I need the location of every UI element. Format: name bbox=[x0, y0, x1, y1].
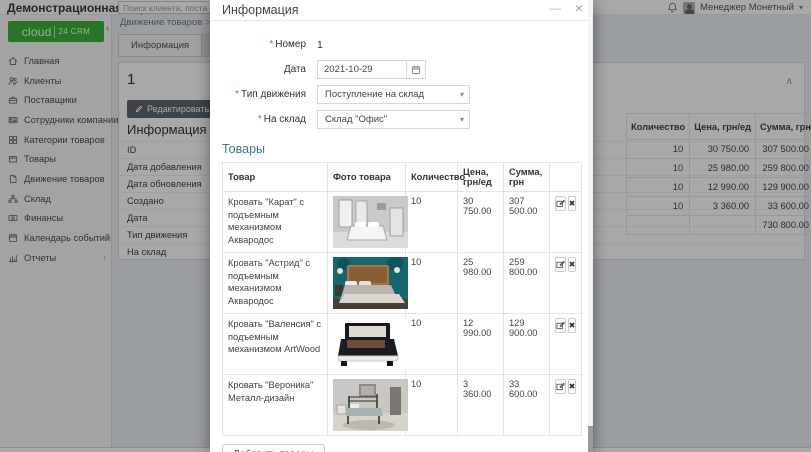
warehouse-select[interactable]: Склад "Офис" ▾ bbox=[317, 110, 470, 129]
table-row: Кровать "Вероника" Металл-дизайн bbox=[223, 375, 582, 436]
delete-row-button[interactable]: ✖ bbox=[568, 257, 577, 272]
delete-row-button[interactable]: ✖ bbox=[568, 318, 577, 333]
edit-row-button[interactable] bbox=[555, 318, 566, 333]
modal-header: Информация — × bbox=[210, 0, 593, 21]
col-sum: Сумма, грн bbox=[504, 163, 550, 192]
chevron-down-icon: ▾ bbox=[460, 111, 464, 128]
delete-icon: ✖ bbox=[569, 322, 576, 330]
field-number: *Номер 1 bbox=[222, 35, 581, 54]
edit-row-button[interactable] bbox=[555, 196, 566, 211]
delete-icon: ✖ bbox=[569, 383, 576, 391]
minimize-icon[interactable]: — bbox=[549, 0, 561, 17]
modal-body: *Номер 1 Дата *Тип движения Поступление … bbox=[210, 21, 593, 452]
field-warehouse: *На склад Склад "Офис" ▾ bbox=[222, 110, 581, 129]
delete-icon: ✖ bbox=[569, 261, 576, 269]
edit-row-button[interactable] bbox=[555, 379, 566, 394]
karat-bed-photo bbox=[333, 196, 408, 248]
modal-scrollbar-thumb[interactable] bbox=[588, 426, 593, 452]
col-quantity: Количество bbox=[406, 163, 458, 192]
delete-row-button[interactable]: ✖ bbox=[568, 196, 577, 211]
required-mark: * bbox=[269, 39, 273, 50]
modal-title: Информация bbox=[222, 0, 299, 21]
add-products-button[interactable]: Добавить товары bbox=[222, 444, 325, 452]
astrid-bed-photo bbox=[333, 257, 408, 309]
number-value: 1 bbox=[317, 39, 323, 51]
information-modal: Информация — × *Номер 1 Дата *Тип движен… bbox=[210, 0, 593, 452]
col-price: Цена, грн/ед bbox=[458, 163, 504, 192]
field-movement-type: *Тип движения Поступление на склад ▾ bbox=[222, 85, 581, 104]
col-photo: Фото товара bbox=[328, 163, 406, 192]
col-product: Товар bbox=[223, 163, 328, 192]
calendar-addon-button[interactable] bbox=[407, 60, 426, 79]
edit-row-button[interactable] bbox=[555, 257, 566, 272]
valencia-bed-photo bbox=[333, 318, 408, 370]
movement-type-select[interactable]: Поступление на склад ▾ bbox=[317, 85, 470, 104]
required-mark: * bbox=[235, 89, 239, 100]
delete-icon: ✖ bbox=[569, 200, 576, 208]
date-input[interactable] bbox=[317, 60, 407, 79]
modal-scrollbar-track[interactable] bbox=[588, 0, 593, 452]
chevron-down-icon: ▾ bbox=[460, 86, 464, 103]
edit-icon bbox=[556, 382, 565, 391]
edit-icon bbox=[556, 260, 565, 269]
products-heading: Товары bbox=[222, 142, 581, 156]
veronika-bed-photo bbox=[333, 379, 408, 431]
delete-row-button[interactable]: ✖ bbox=[568, 379, 577, 394]
edit-icon bbox=[556, 321, 565, 330]
table-row: Кровать "Астрид" с подъемным механизмом … bbox=[223, 253, 582, 314]
table-row: Кровать "Валенсия" с подъемным механизмо… bbox=[223, 314, 582, 375]
required-mark: * bbox=[258, 114, 262, 125]
calendar-icon bbox=[411, 65, 421, 75]
close-icon[interactable]: × bbox=[575, 0, 583, 17]
modal-products-table: Товар Фото товара Количество Цена, грн/е… bbox=[222, 162, 582, 436]
field-date: Дата bbox=[222, 60, 581, 79]
edit-icon bbox=[556, 199, 565, 208]
table-row: Кровать "Карат" с подъемным механизмом А… bbox=[223, 192, 582, 253]
col-actions bbox=[550, 163, 582, 192]
